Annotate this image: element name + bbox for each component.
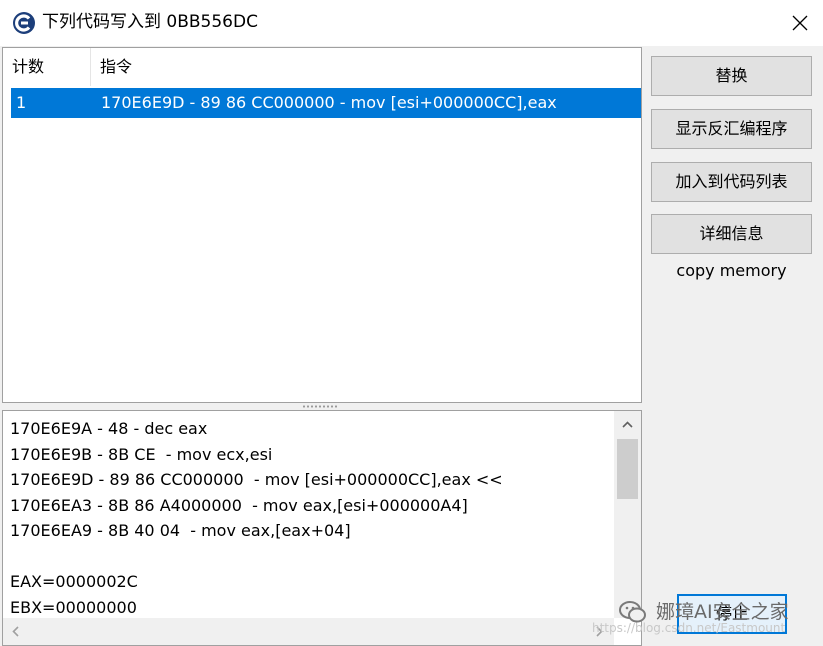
close-icon: [792, 15, 808, 31]
chevron-up-icon[interactable]: [622, 421, 633, 428]
disasm-line: 170E6E9A - 48 - dec eax: [10, 419, 208, 438]
vertical-scrollbar[interactable]: [614, 411, 641, 618]
chevron-left-icon[interactable]: [12, 626, 19, 637]
watermark-url: https://blog.csdn.net/Eastmount: [592, 621, 786, 635]
replace-button[interactable]: 替换: [651, 56, 812, 96]
register-line: EAX=0000002C: [10, 572, 138, 591]
title-bar: 下列代码写入到 0BB556DC: [0, 0, 823, 46]
add-to-codelist-button[interactable]: 加入到代码列表: [651, 162, 812, 202]
column-header-count[interactable]: 计数: [3, 48, 91, 86]
panel-splitter[interactable]: [2, 403, 642, 410]
disassembly-panel[interactable]: 170E6E9A - 48 - dec eax 170E6E9B - 8B CE…: [2, 410, 642, 646]
comment-label: copy memory: [676, 261, 787, 280]
disasm-line: 170E6E9D - 89 86 CC000000 - mov [esi+000…: [10, 470, 503, 489]
watermark: 娜璋AI安全之家 https://blog.csdn.net/Eastmount: [592, 593, 822, 643]
register-line: EBX=00000000: [10, 597, 137, 617]
disasm-line: 170E6EA3 - 8B 86 A4000000 - mov eax,[esi…: [10, 495, 468, 515]
scrollbar-thumb[interactable]: [617, 439, 638, 499]
more-info-button[interactable]: 详细信息: [651, 214, 812, 254]
row-count: 1: [16, 93, 27, 112]
horizontal-scrollbar[interactable]: [3, 618, 614, 645]
window-title: 下列代码写入到 0BB556DC: [42, 12, 258, 32]
watermark-text: 娜璋AI安全之家: [656, 601, 789, 623]
disasm-line: 170E6EA9 - 8B 40 04 - mov eax,[eax+04]: [10, 521, 351, 540]
column-header-instruction[interactable]: 指令: [91, 48, 641, 86]
row-instruction: 170E6E9D - 89 86 CC000000 - mov [esi+000…: [101, 93, 557, 112]
splitter-grip-icon: [302, 405, 338, 408]
disasm-line: [10, 544, 503, 570]
list-row[interactable]: 1 170E6E9D - 89 86 CC000000 - mov [esi+0…: [11, 88, 641, 118]
disasm-line: 170E6E9B - 8B CE - mov ecx,esi: [10, 444, 273, 464]
show-disassembler-button[interactable]: 显示反汇编程序: [651, 109, 812, 149]
cheat-engine-icon: [12, 11, 36, 35]
close-button[interactable]: [777, 0, 823, 46]
instruction-list[interactable]: 计数 指令 1 170E6E9D - 89 86 CC000000 - mov …: [2, 47, 642, 403]
